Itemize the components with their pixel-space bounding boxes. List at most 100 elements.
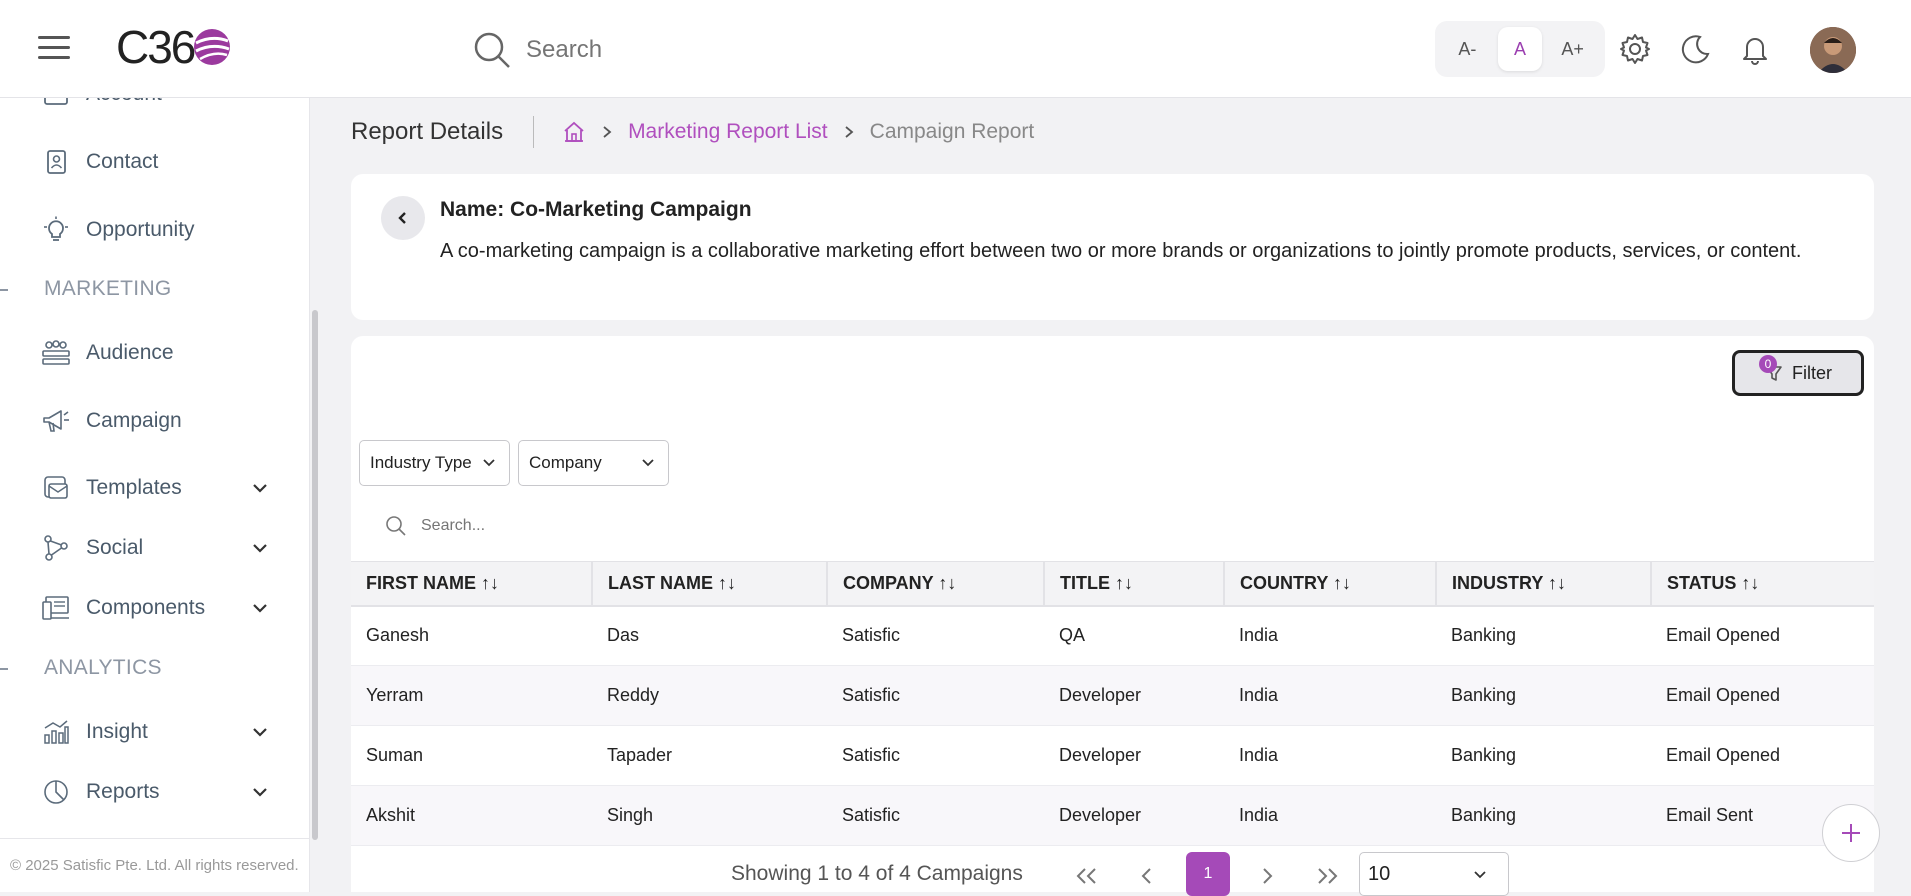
previous-page-button[interactable] (1127, 858, 1167, 894)
cell-industry: Banking (1436, 785, 1651, 846)
column-header-company[interactable]: COMPANY ↑↓ (827, 561, 1045, 607)
chevron-down-icon (642, 459, 654, 467)
top-bar: C36 A- A A+ (0, 0, 1911, 98)
chevron-left-icon (1141, 868, 1151, 884)
table-row[interactable]: Akshit Singh Satisfic Developer India Ba… (351, 785, 1874, 846)
font-increase-button[interactable]: A+ (1551, 27, 1595, 71)
home-icon[interactable] (562, 120, 586, 144)
breadcrumb-current: Campaign Report (869, 120, 1035, 143)
sidebar-item-account[interactable]: Account (40, 98, 280, 114)
add-button[interactable] (1822, 804, 1880, 862)
section-title-analytics: ANALYTICS (44, 656, 162, 679)
page-size-select[interactable]: 10 (1359, 852, 1509, 896)
double-chevron-left-icon (1076, 868, 1096, 884)
logo-text: C36 (116, 21, 196, 73)
cell-country: India (1224, 785, 1436, 846)
cell-company: Satisfic (827, 665, 1044, 726)
back-button[interactable] (381, 196, 425, 240)
cell-last-name: Tapader (592, 725, 827, 786)
breadcrumb-divider (533, 116, 535, 148)
lightbulb-icon (40, 214, 72, 246)
table-row[interactable]: Yerram Reddy Satisfic Developer India Ba… (351, 665, 1874, 726)
sidebar-item-audience[interactable]: Audience (40, 333, 280, 373)
plus-icon (1842, 824, 1860, 842)
sidebar-item-templates[interactable]: Templates (40, 468, 280, 508)
company-label: Company (529, 453, 602, 472)
industry-type-dropdown[interactable]: Industry Type (359, 440, 510, 486)
sidebar-item-label: Campaign (86, 409, 182, 432)
column-header-country[interactable]: COUNTRY ↑↓ (1224, 561, 1437, 607)
menu-icon[interactable] (38, 36, 70, 60)
column-header-status[interactable]: STATUS ↑↓ (1651, 561, 1874, 607)
page-size-value: 10 (1368, 863, 1391, 885)
breadcrumb-marketing-report-list[interactable]: Marketing Report List (628, 120, 828, 144)
filter-label: Filter (1792, 362, 1832, 383)
last-page-button[interactable] (1307, 858, 1347, 894)
font-decrease-button[interactable]: A- (1445, 27, 1489, 71)
cell-status: Email Opened (1651, 605, 1874, 666)
section-divider (0, 668, 8, 670)
column-header-last-name[interactable]: LAST NAME ↑↓ (592, 561, 828, 607)
column-header-title[interactable]: TITLE ↑↓ (1044, 561, 1225, 607)
company-dropdown[interactable]: Company (518, 440, 669, 486)
column-header-first-name[interactable]: FIRST NAME ↑↓ (351, 561, 593, 607)
table-search-input[interactable] (421, 517, 821, 535)
sidebar-item-campaign[interactable]: Campaign (40, 401, 280, 441)
sidebar-item-components[interactable]: Components (40, 588, 280, 628)
cell-first-name: Suman (351, 725, 592, 786)
sort-icon: ↑↓ (718, 572, 737, 593)
gear-icon[interactable] (1618, 32, 1652, 66)
sidebar-item-reports[interactable]: Reports (40, 772, 280, 812)
sidebar-item-label: Account (86, 98, 162, 106)
sidebar-item-label: Reports (86, 780, 160, 803)
next-page-button[interactable] (1247, 858, 1287, 894)
filter-button[interactable]: 0 Filter (1732, 350, 1864, 396)
breadcrumb: Report Details Marketing Report List Cam… (351, 110, 1034, 154)
table-search[interactable] (385, 508, 821, 544)
chevron-right-icon (1263, 868, 1273, 884)
cell-company: Satisfic (827, 605, 1044, 666)
cell-last-name: Reddy (592, 665, 827, 726)
cell-industry: Banking (1436, 665, 1651, 726)
font-size-switcher: A- A A+ (1435, 21, 1605, 77)
pagination-summary: Showing 1 to 4 of 4 Campaigns (731, 862, 1023, 885)
copyright-text: © 2025 Satisfic Pte. Ltd. All rights res… (10, 857, 299, 874)
search-input[interactable] (526, 36, 926, 64)
sidebar-divider (0, 838, 309, 839)
cell-status: Email Opened (1651, 725, 1874, 786)
sidebar-item-contact[interactable]: Contact (40, 142, 280, 182)
bell-icon[interactable] (1738, 32, 1772, 66)
chevron-down-icon (253, 484, 267, 493)
first-page-button[interactable] (1067, 858, 1107, 894)
report-table-card: 0 Filter Industry Type Company FIRST NAM… (351, 336, 1874, 892)
sidebar-item-label: Opportunity (86, 218, 195, 241)
page-title: Report Details (351, 118, 504, 145)
app-logo[interactable]: C36 (116, 21, 232, 73)
column-header-industry[interactable]: INDUSTRY ↑↓ (1436, 561, 1652, 607)
moon-icon[interactable] (1678, 32, 1712, 66)
user-avatar-icon (1810, 27, 1856, 73)
sidebar-scrollbar[interactable] (312, 310, 318, 840)
audience-icon (40, 337, 72, 369)
chevron-down-icon (1474, 871, 1486, 879)
global-search[interactable] (472, 28, 926, 72)
search-icon (386, 516, 406, 536)
table-row[interactable]: Ganesh Das Satisfic QA India Banking Ema… (351, 605, 1874, 666)
page-1-button[interactable]: 1 (1186, 852, 1230, 896)
components-icon (40, 592, 72, 624)
cell-status: Email Opened (1651, 665, 1874, 726)
font-normal-button[interactable]: A (1497, 27, 1542, 71)
chevron-right-icon (603, 126, 612, 138)
megaphone-icon (40, 405, 72, 437)
sidebar-item-social[interactable]: Social (40, 528, 280, 568)
account-icon (40, 98, 72, 110)
sidebar-item-insight[interactable]: Insight (40, 712, 280, 752)
table-row[interactable]: Suman Tapader Satisfic Developer India B… (351, 725, 1874, 786)
pagination: Showing 1 to 4 of 4 Campaigns 1 10 (351, 848, 1551, 896)
avatar[interactable] (1810, 27, 1856, 73)
sidebar-item-label: Components (86, 596, 206, 619)
sidebar-item-opportunity[interactable]: Opportunity (40, 210, 280, 250)
campaign-info-card: Name: Co-Marketing Campaign A co-marketi… (351, 174, 1874, 320)
cell-first-name: Ganesh (351, 605, 592, 666)
double-chevron-right-icon (1318, 868, 1338, 884)
